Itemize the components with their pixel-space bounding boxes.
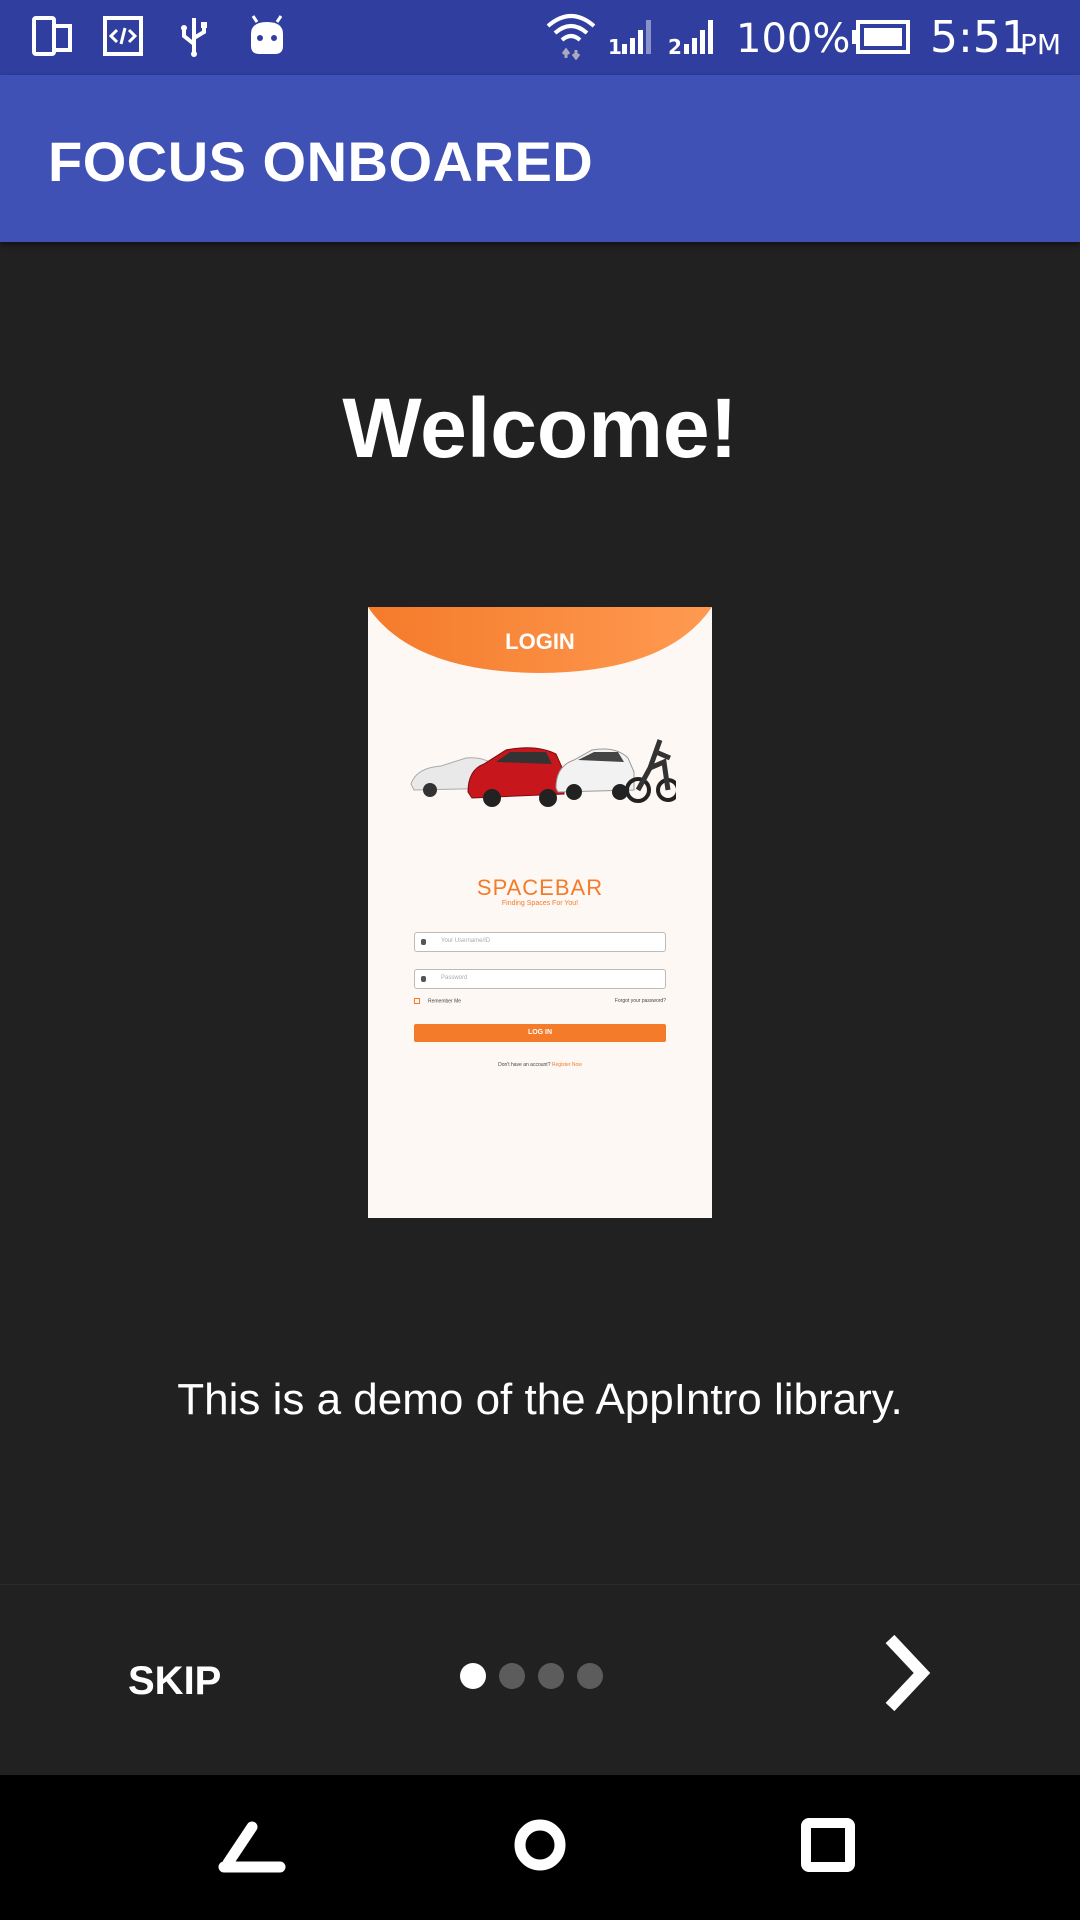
preview-forgot: Forgot your password? bbox=[614, 998, 666, 1004]
preview-remember-label: Remember Me bbox=[428, 998, 462, 1005]
preview-brand: SPACEBAR bbox=[476, 875, 604, 900]
preview-register-prefix: Don't have an account? bbox=[498, 1062, 552, 1068]
svg-text:1: 1 bbox=[608, 35, 622, 58]
app-bar: FOCUS ONBOARED bbox=[0, 75, 1080, 242]
preview-remember: Remember Me bbox=[414, 998, 461, 1004]
slide-title: Welcome! bbox=[342, 381, 738, 475]
clock-time: 5:51 bbox=[930, 12, 1029, 63]
page-indicator bbox=[460, 1663, 603, 1693]
checkbox-icon bbox=[414, 998, 420, 1004]
preview-username-field: Your Username/ID bbox=[414, 932, 666, 952]
recents-icon[interactable] bbox=[788, 1805, 868, 1885]
preview-login-title: LOGIN bbox=[505, 629, 575, 654]
usb-icon bbox=[181, 18, 207, 57]
svg-text:2: 2 bbox=[668, 35, 682, 58]
slide-description: This is a demo of the AppIntro library. bbox=[177, 1375, 903, 1424]
code-icon bbox=[103, 16, 143, 56]
next-arrow-icon[interactable] bbox=[876, 1625, 940, 1721]
cars-illustration bbox=[410, 739, 676, 807]
status-bar: 1 2 100% 5:51 PM bbox=[0, 0, 1080, 75]
page-dot-active bbox=[460, 1663, 486, 1689]
user-icon bbox=[421, 939, 426, 945]
battery-percent: 100% bbox=[736, 16, 851, 62]
intro-nav-bar: SKIP bbox=[0, 1585, 1080, 1775]
preview-register-link: Register Now bbox=[551, 1062, 582, 1068]
preview-login-button: LOG IN bbox=[414, 1024, 666, 1042]
app-title: FOCUS ONBOARED bbox=[48, 130, 594, 193]
preview-password-placeholder: Password bbox=[441, 975, 468, 981]
battery-icon bbox=[852, 20, 910, 54]
signal-1-icon: 1 bbox=[608, 20, 651, 58]
page-dot bbox=[499, 1663, 525, 1689]
preview-username-placeholder: Your Username/ID bbox=[441, 938, 491, 944]
wifi-icon bbox=[546, 14, 596, 60]
clock-ampm: PM bbox=[1020, 28, 1062, 61]
signal-2-icon: 2 bbox=[668, 20, 713, 58]
back-icon[interactable] bbox=[212, 1805, 292, 1885]
lock-icon bbox=[421, 976, 426, 982]
preview-tagline: Finding Spaces For You! bbox=[501, 900, 579, 907]
home-icon[interactable] bbox=[500, 1805, 580, 1885]
skip-button[interactable]: SKIP bbox=[128, 1659, 221, 1704]
android-icon bbox=[251, 15, 283, 54]
preview-password-field: Password bbox=[414, 969, 666, 989]
page-dot bbox=[577, 1663, 603, 1689]
phone-device-icon bbox=[32, 16, 72, 56]
system-nav-bar bbox=[0, 1775, 1080, 1920]
preview-register: Don't have an account? Register Now bbox=[368, 1062, 712, 1068]
page-dot bbox=[538, 1663, 564, 1689]
slide-image: LOGIN SPACEBAR Finding Spaces For You! Y… bbox=[368, 607, 712, 1218]
